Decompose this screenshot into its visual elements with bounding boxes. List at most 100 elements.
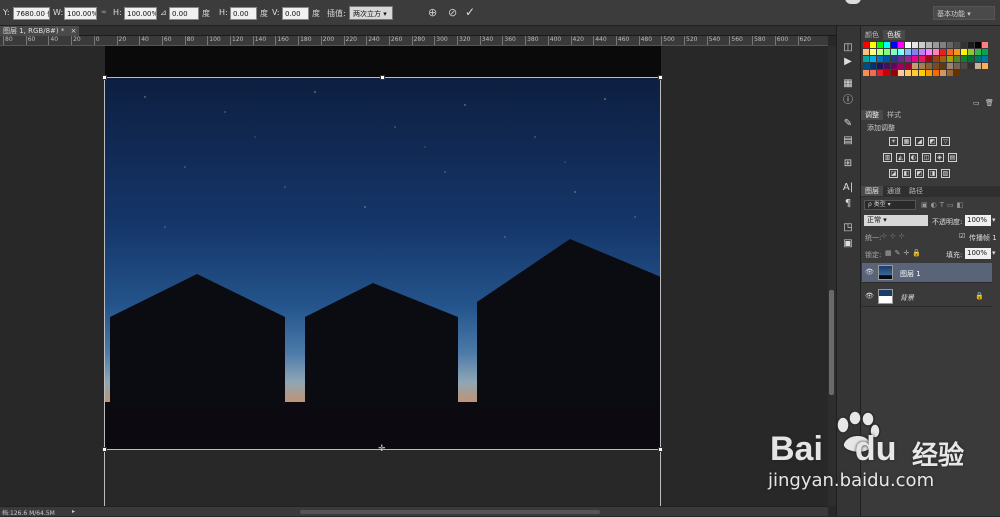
color-swatch[interactable] <box>877 56 883 62</box>
workspace-select[interactable]: 基本功能 ▾ <box>933 6 995 20</box>
color-swatch[interactable] <box>947 42 953 48</box>
color-swatch[interactable] <box>919 70 925 76</box>
color-swatch[interactable] <box>877 42 883 48</box>
transform-handle-top-right[interactable] <box>658 75 663 80</box>
tab-paths[interactable]: 路径 <box>905 186 927 196</box>
color-swatch[interactable] <box>870 63 876 69</box>
transform-handle-bottom-left[interactable] <box>102 447 107 452</box>
color-swatch[interactable] <box>877 63 883 69</box>
y-position-field[interactable]: 7680.00 像 <box>13 7 50 20</box>
delete-swatch-icon[interactable]: 🗑 <box>985 99 994 107</box>
color-swatch[interactable] <box>940 70 946 76</box>
color-swatch[interactable] <box>905 42 911 48</box>
levels-icon[interactable]: ▦ <box>902 137 911 146</box>
tab-adjustments[interactable]: 调整 <box>861 110 883 120</box>
color-swatch[interactable] <box>947 49 953 55</box>
status-arrow-icon[interactable]: ▸ <box>72 508 75 515</box>
new-swatch-icon[interactable]: ▭ <box>973 99 980 107</box>
transform-handle-bottom-right[interactable] <box>658 447 663 452</box>
color-swatch[interactable] <box>961 63 967 69</box>
brush-presets-icon[interactable]: ▤ <box>840 135 856 147</box>
vskew-field[interactable]: 0.00 <box>282 7 309 20</box>
color-swatch[interactable] <box>954 49 960 55</box>
notes-icon[interactable]: ▣ <box>840 238 856 250</box>
color-swatch[interactable] <box>912 49 918 55</box>
color-swatch[interactable] <box>961 42 967 48</box>
color-swatch[interactable] <box>898 56 904 62</box>
color-swatch[interactable] <box>975 63 981 69</box>
color-swatch[interactable] <box>884 70 890 76</box>
color-swatch[interactable] <box>898 63 904 69</box>
color-swatch[interactable] <box>863 70 869 76</box>
color-swatch[interactable] <box>877 49 883 55</box>
layer-filter-select[interactable]: ρ 类型 ▾ <box>864 200 916 210</box>
color-swatch[interactable] <box>933 63 939 69</box>
posterize-icon[interactable]: ◧ <box>902 169 911 178</box>
color-swatch[interactable] <box>863 49 869 55</box>
layer-name[interactable]: 背景 <box>900 293 914 303</box>
color-swatch[interactable] <box>884 56 890 62</box>
color-swatch[interactable] <box>870 56 876 62</box>
color-swatch[interactable] <box>898 70 904 76</box>
color-swatch[interactable] <box>905 49 911 55</box>
tab-channels[interactable]: 通道 <box>883 186 905 196</box>
color-swatch[interactable] <box>870 70 876 76</box>
layer-comps-icon[interactable]: ◳ <box>840 222 856 234</box>
color-swatch[interactable] <box>919 49 925 55</box>
color-swatch[interactable] <box>933 56 939 62</box>
color-swatch[interactable] <box>975 42 981 48</box>
close-icon[interactable]: × <box>71 27 77 35</box>
color-swatch[interactable] <box>961 56 967 62</box>
color-swatch[interactable] <box>912 63 918 69</box>
color-swatch[interactable] <box>891 56 897 62</box>
exposure-icon[interactable]: ◩ <box>928 137 937 146</box>
history-icon[interactable]: ◫ <box>840 42 856 54</box>
search-icon[interactable] <box>845 0 861 4</box>
color-swatch[interactable] <box>947 70 953 76</box>
color-swatch[interactable] <box>940 56 946 62</box>
color-swatch[interactable] <box>926 42 932 48</box>
color-swatch[interactable] <box>947 56 953 62</box>
color-swatch[interactable] <box>884 42 890 48</box>
angle-field[interactable]: 0.00 <box>169 7 199 20</box>
layer-row-layer1[interactable]: 👁 图层 1 <box>862 263 992 283</box>
paragraph-icon[interactable]: ¶ <box>840 198 856 210</box>
color-swatch[interactable] <box>912 70 918 76</box>
color-swatch[interactable] <box>905 70 911 76</box>
color-swatch[interactable] <box>954 63 960 69</box>
color-swatch[interactable] <box>947 63 953 69</box>
color-swatch[interactable] <box>863 42 869 48</box>
color-swatch[interactable] <box>954 56 960 62</box>
color-swatch[interactable] <box>926 56 932 62</box>
color-swatch[interactable] <box>940 49 946 55</box>
color-swatch[interactable] <box>982 63 988 69</box>
hskew-field[interactable]: 0.00 <box>230 7 257 20</box>
invert-icon[interactable]: ◪ <box>889 169 898 178</box>
color-swatch[interactable] <box>905 56 911 62</box>
transform-pivot-icon[interactable]: ✛ <box>378 444 386 454</box>
color-swatch[interactable] <box>968 56 974 62</box>
color-swatch[interactable] <box>982 56 988 62</box>
color-swatch[interactable] <box>912 56 918 62</box>
vibrance-icon[interactable]: ▽ <box>941 137 950 146</box>
selective-color-icon[interactable]: ▧ <box>941 169 950 178</box>
curves-icon[interactable]: ◢ <box>915 137 924 146</box>
color-swatch[interactable] <box>975 49 981 55</box>
color-swatch[interactable] <box>898 42 904 48</box>
lookup-icon[interactable]: ▤ <box>948 153 957 162</box>
lock-icons[interactable]: ▦✎✛🔒 <box>885 249 924 257</box>
horizontal-scrollbar[interactable] <box>300 510 600 514</box>
color-swatch[interactable] <box>968 49 974 55</box>
tab-color[interactable]: 颜色 <box>861 30 883 40</box>
bw-icon[interactable]: ◐ <box>909 153 918 162</box>
color-swatch[interactable] <box>961 49 967 55</box>
vertical-scrollbar-thumb[interactable] <box>829 290 834 395</box>
color-swatch[interactable] <box>933 49 939 55</box>
color-swatch[interactable] <box>975 56 981 62</box>
color-swatch[interactable] <box>926 63 932 69</box>
color-swatch[interactable] <box>919 63 925 69</box>
clone-source-icon[interactable]: ⊞ <box>840 158 856 170</box>
transform-handle-top-center[interactable] <box>380 75 385 80</box>
blend-mode-select[interactable]: 正常 ▾ <box>864 215 928 226</box>
threshold-icon[interactable]: ◩ <box>915 169 924 178</box>
